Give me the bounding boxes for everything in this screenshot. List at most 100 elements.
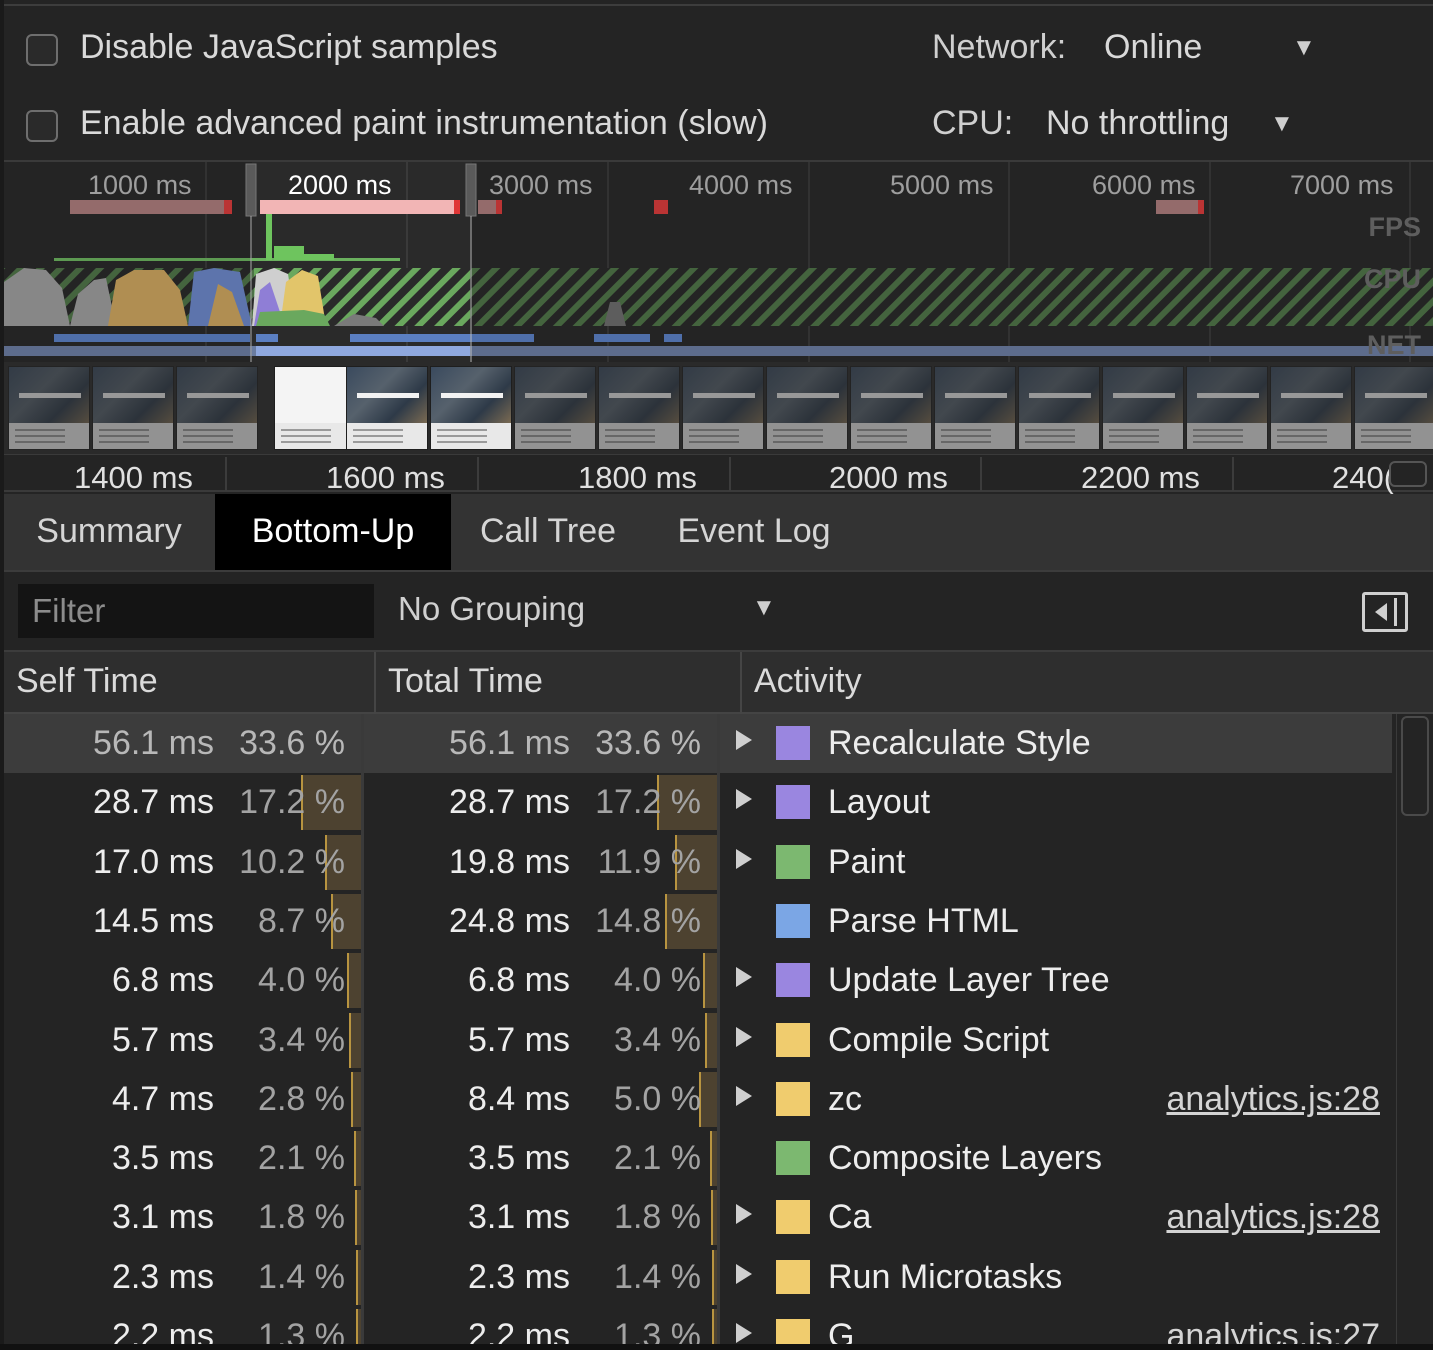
total-percent: 1.8 % bbox=[614, 1198, 701, 1236]
expand-triangle-icon[interactable] bbox=[736, 730, 752, 750]
disable-js-samples-label[interactable]: Disable JavaScript samples bbox=[80, 28, 498, 67]
ruler-scroll-handle[interactable] bbox=[1389, 461, 1427, 487]
filter-input[interactable] bbox=[18, 584, 374, 638]
filmstrip-frame[interactable] bbox=[766, 366, 848, 450]
filmstrip-frame[interactable] bbox=[274, 366, 356, 450]
cpu-dropdown-icon[interactable]: ▼ bbox=[1270, 110, 1294, 138]
table-row[interactable]: 3.5 ms 2.1 % 3.5 ms 2.1 % Composite Layers bbox=[4, 1129, 1392, 1188]
filmstrip-frame[interactable] bbox=[682, 366, 764, 450]
total-percent-bar bbox=[703, 953, 717, 1008]
frame-text-line bbox=[1025, 429, 1075, 431]
total-percent-bar-edge bbox=[703, 953, 705, 1008]
activity-name: Paint bbox=[828, 843, 906, 881]
table-row[interactable]: 2.3 ms 1.4 % 2.3 ms 1.4 % Run Microtasks bbox=[4, 1248, 1392, 1307]
source-link[interactable]: analytics.js:28 bbox=[1166, 1080, 1380, 1119]
filmstrip-frame[interactable] bbox=[346, 366, 428, 450]
filmstrip-frame[interactable] bbox=[1186, 366, 1268, 450]
advanced-paint-checkbox[interactable] bbox=[26, 110, 58, 142]
column-header-total-time[interactable]: Total Time bbox=[376, 652, 740, 712]
frame-text-line bbox=[1193, 441, 1243, 443]
filmstrip-frame[interactable] bbox=[176, 366, 258, 450]
frame-text-line bbox=[857, 441, 907, 443]
vertical-scrollbar[interactable] bbox=[1396, 714, 1433, 1344]
grouping-select-value[interactable]: No Grouping bbox=[398, 590, 585, 628]
filmstrip-frame[interactable] bbox=[1018, 366, 1100, 450]
tab-bottom-up[interactable]: Bottom-Up bbox=[215, 494, 451, 570]
overview-ruler-label: 5000 ms bbox=[890, 170, 994, 200]
filmstrip-frame[interactable] bbox=[850, 366, 932, 450]
table-row[interactable]: 5.7 ms 3.4 % 5.7 ms 3.4 % Compile Script bbox=[4, 1011, 1392, 1070]
expand-triangle-icon[interactable] bbox=[736, 1204, 752, 1224]
table-row[interactable]: 3.1 ms 1.8 % 3.1 ms 1.8 % Ca analytics.js:28 bbox=[4, 1188, 1392, 1247]
scrollbar-thumb[interactable] bbox=[1401, 716, 1429, 816]
frame-text-line bbox=[183, 435, 233, 437]
details-tab-bar: Summary Bottom-Up Call Tree Event Log bbox=[4, 494, 1433, 572]
expand-triangle-icon[interactable] bbox=[736, 1264, 752, 1284]
expand-triangle-icon[interactable] bbox=[736, 849, 752, 869]
setting-row-disable-js-samples: Disable JavaScript samples Network: Onli… bbox=[4, 12, 1433, 82]
network-dropdown-icon[interactable]: ▼ bbox=[1292, 34, 1316, 62]
self-percent-bar-edge bbox=[349, 1013, 351, 1068]
category-color-swatch bbox=[776, 785, 810, 819]
frame-search-bar bbox=[357, 393, 419, 398]
total-ms: 3.5 ms bbox=[467, 1139, 570, 1177]
table-row[interactable]: 56.1 ms 33.6 % 56.1 ms 33.6 % Recalculate St… bbox=[4, 714, 1392, 773]
filmstrip-frame[interactable] bbox=[1102, 366, 1184, 450]
advanced-paint-label[interactable]: Enable advanced paint instrumentation (s… bbox=[80, 104, 768, 143]
expand-triangle-icon[interactable] bbox=[736, 1027, 752, 1047]
net-track-label: NET bbox=[1367, 330, 1421, 360]
filmstrip-frame[interactable] bbox=[598, 366, 680, 450]
table-row[interactable]: 17.0 ms 10.2 % 19.8 ms 11.9 % Paint bbox=[4, 833, 1392, 892]
frame-text-line bbox=[773, 435, 823, 437]
tab-summary[interactable]: Summary bbox=[4, 494, 214, 570]
table-row[interactable]: 28.7 ms 17.2 % 28.7 ms 17.2 % Layout bbox=[4, 773, 1392, 832]
sidebar-toggle-icon[interactable] bbox=[1362, 592, 1408, 632]
table-row[interactable]: 4.7 ms 2.8 % 8.4 ms 5.0 % zc analytics.js:28 bbox=[4, 1070, 1392, 1129]
network-select-value[interactable]: Online bbox=[1104, 28, 1202, 67]
filmstrip-frame[interactable] bbox=[514, 366, 596, 450]
table-row[interactable]: 6.8 ms 4.0 % 6.8 ms 4.0 % Update Layer Tree bbox=[4, 951, 1392, 1010]
grouping-dropdown-icon[interactable]: ▼ bbox=[752, 594, 776, 622]
cpu-track-label: CPU bbox=[1363, 264, 1421, 294]
frame-text-line bbox=[1361, 435, 1411, 437]
self-ms: 56.1 ms bbox=[93, 724, 214, 762]
frame-text-line bbox=[689, 441, 739, 443]
table-row[interactable]: 2.2 ms 1.3 % 2.2 ms 1.3 % Ganalytics.js:27 bbox=[4, 1307, 1392, 1344]
column-header-activity[interactable]: Activity bbox=[742, 652, 1432, 712]
ruler-tick bbox=[225, 457, 227, 491]
frame-search-bar bbox=[187, 393, 249, 398]
screenshot-filmstrip[interactable] bbox=[4, 362, 1433, 452]
frame-text-line bbox=[1361, 441, 1411, 443]
total-ms: 5.7 ms bbox=[467, 1021, 570, 1059]
filmstrip-frame[interactable] bbox=[1354, 366, 1433, 450]
tab-call-tree[interactable]: Call Tree bbox=[466, 494, 630, 570]
self-ms: 17.0 ms bbox=[93, 843, 214, 881]
expand-triangle-icon[interactable] bbox=[736, 1323, 752, 1343]
self-percent: 1.4 % bbox=[258, 1258, 345, 1296]
self-percent: 3.4 % bbox=[258, 1021, 345, 1059]
filmstrip-frame[interactable] bbox=[934, 366, 1016, 450]
cpu-select-value[interactable]: No throttling bbox=[1046, 104, 1229, 143]
overview-ruler-label-selected: 2000 ms bbox=[288, 170, 392, 200]
self-percent-bar-edge bbox=[356, 1250, 358, 1305]
filmstrip-frame[interactable] bbox=[8, 366, 90, 450]
expand-triangle-icon[interactable] bbox=[736, 789, 752, 809]
table-row[interactable]: 14.5 ms 8.7 % 24.8 ms 14.8 % Parse HTML bbox=[4, 892, 1392, 951]
column-header-self-time[interactable]: Self Time bbox=[4, 652, 374, 712]
self-percent: 8.7 % bbox=[258, 902, 345, 940]
disable-js-samples-checkbox[interactable] bbox=[26, 34, 58, 66]
cpu-label: CPU: bbox=[932, 104, 1014, 142]
filmstrip-frame[interactable] bbox=[1270, 366, 1352, 450]
source-link[interactable]: analytics.js:27 bbox=[1166, 1317, 1380, 1344]
tab-event-log[interactable]: Event Log bbox=[664, 494, 844, 570]
total-ms: 8.4 ms bbox=[467, 1080, 570, 1118]
timeline-overview[interactable]: 1000 ms 2000 ms 3000 ms 4000 ms 5000 ms … bbox=[4, 160, 1433, 454]
expand-triangle-icon[interactable] bbox=[736, 1086, 752, 1106]
frame-text-line bbox=[437, 441, 487, 443]
expand-triangle-icon[interactable] bbox=[736, 967, 752, 987]
self-percent-bar bbox=[347, 953, 361, 1008]
source-link[interactable]: analytics.js:28 bbox=[1166, 1198, 1380, 1237]
filmstrip-frame[interactable] bbox=[92, 366, 174, 450]
filmstrip-frame[interactable] bbox=[430, 366, 512, 450]
activity-name: Run Microtasks bbox=[828, 1258, 1063, 1296]
